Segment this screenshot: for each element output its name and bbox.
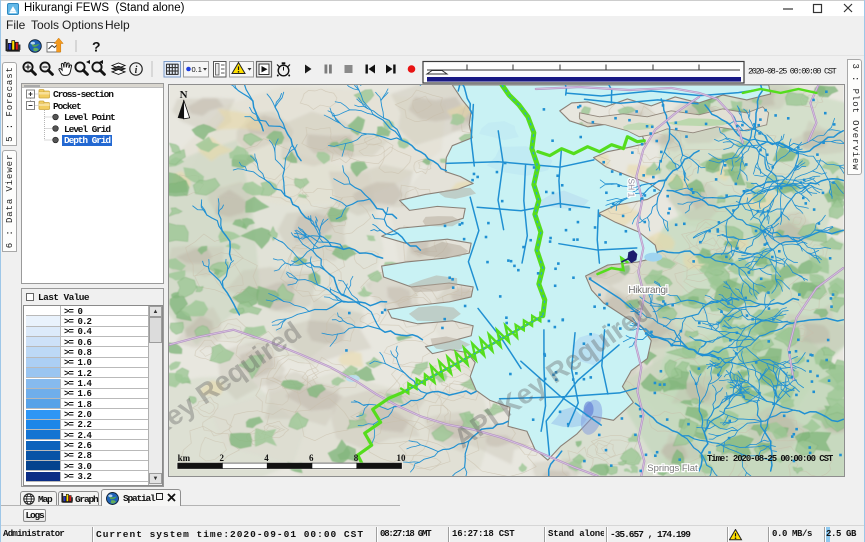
svg-text:?: ? [92, 39, 101, 55]
svg-text:N: N [180, 89, 188, 101]
svg-text:2020-08-25 00:00:00 CST: 2020-08-25 00:00:00 CST [748, 67, 837, 77]
svg-text:0.1: 0.1 [192, 65, 202, 74]
svg-text:8: 8 [354, 453, 359, 463]
svg-text:6: 6 [309, 453, 314, 463]
svg-text:10: 10 [397, 453, 406, 463]
svg-text:Springs Flat: Springs Flat [647, 463, 698, 474]
svg-text:4: 4 [264, 453, 269, 463]
svg-text:Time: 2020-08-25 00:00:00 CST: Time: 2020-08-25 00:00:00 CST [707, 454, 834, 464]
svg-text:Hikurangi: Hikurangi [628, 285, 667, 296]
svg-text:SH 1: SH 1 [626, 179, 636, 198]
svg-text:2: 2 [219, 453, 224, 463]
svg-text:km: km [178, 453, 191, 463]
svg-text:i: i [135, 65, 138, 76]
